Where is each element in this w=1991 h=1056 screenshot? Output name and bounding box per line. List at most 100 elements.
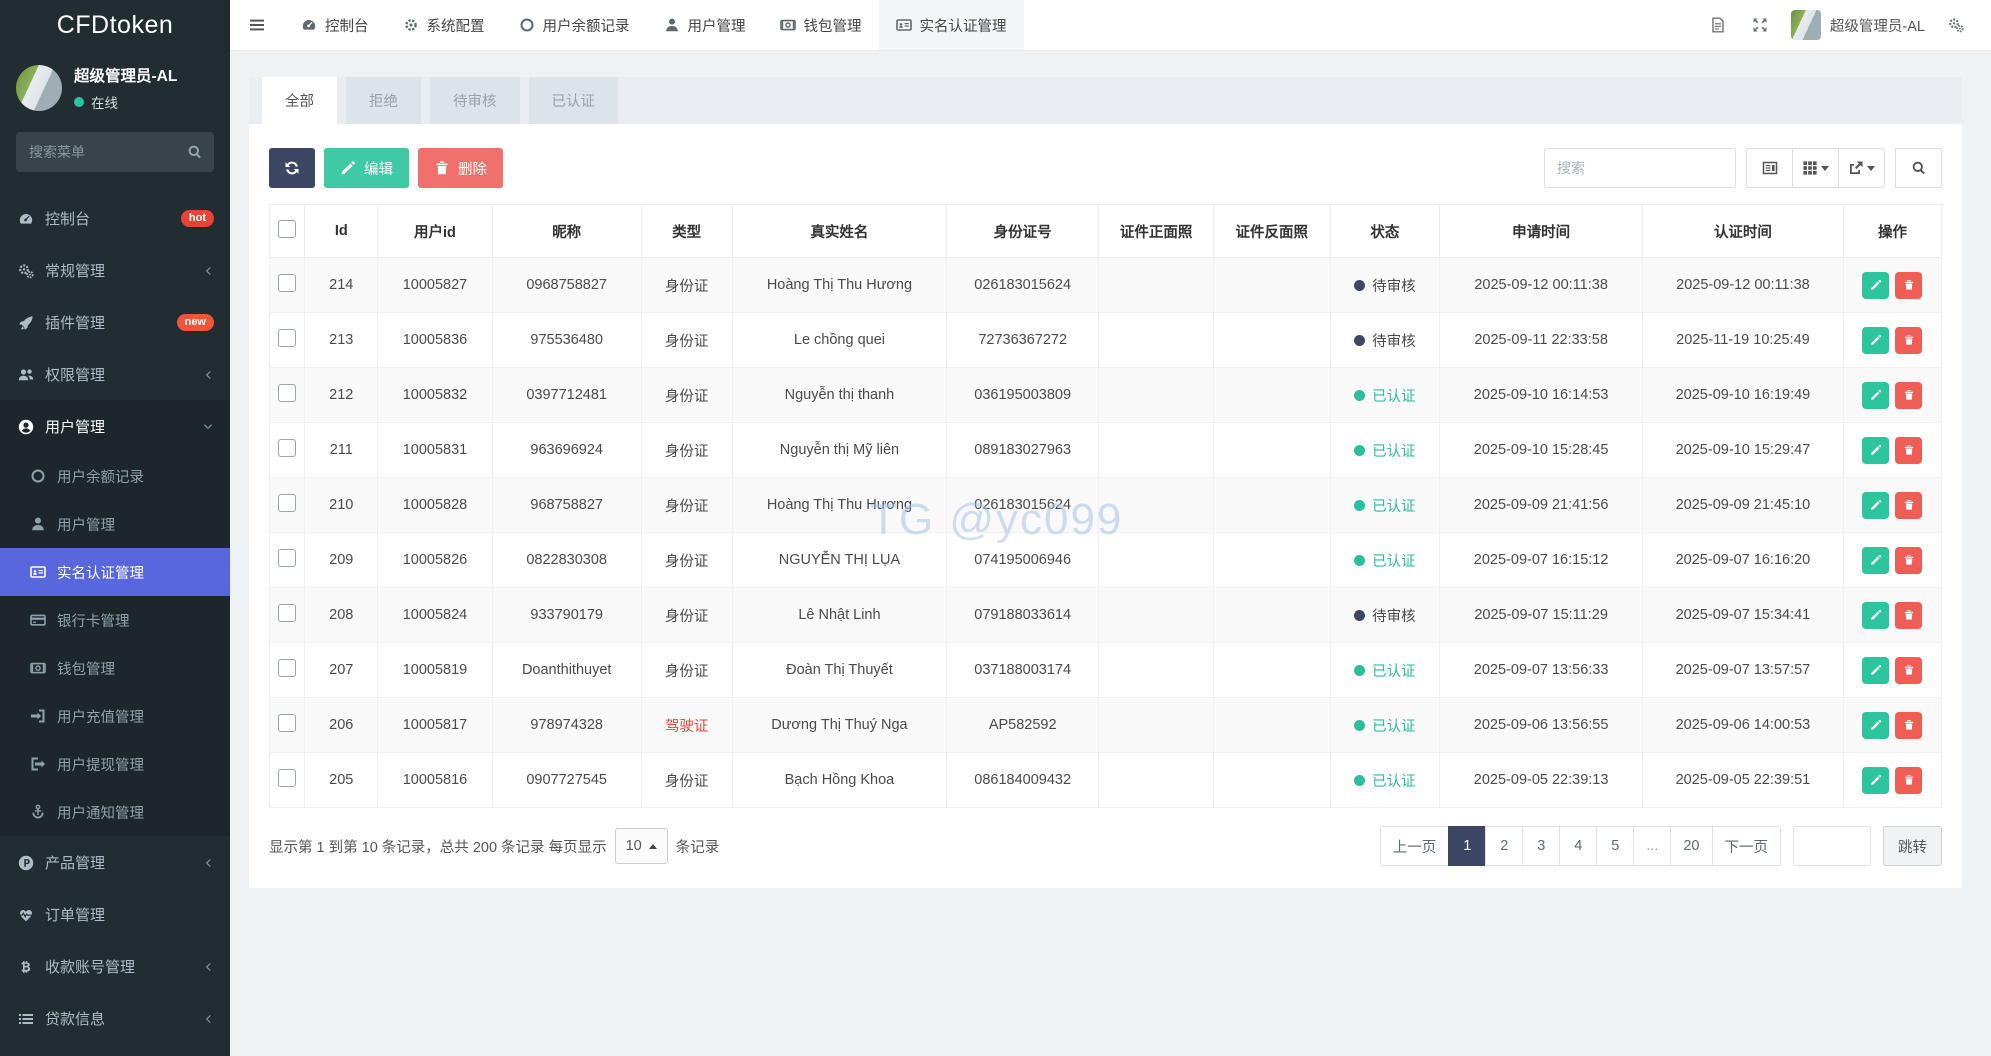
sidebar-item[interactable]: 权限管理 (0, 348, 230, 400)
page-button-1[interactable]: 1 (1448, 826, 1486, 866)
search-button[interactable] (1895, 148, 1942, 188)
cell-id-front-photo (1099, 533, 1214, 588)
row-edit-button[interactable] (1862, 327, 1889, 354)
row-edit-button[interactable] (1862, 602, 1889, 629)
page-size-select[interactable]: 10 (615, 828, 668, 864)
topnav-item-active[interactable]: 实名认证管理 (879, 0, 1024, 50)
sidebar-item[interactable]: 常规管理 (0, 244, 230, 296)
row-checkbox[interactable] (278, 439, 296, 457)
fullscreen-icon[interactable] (1739, 0, 1781, 50)
sidebar-search-input[interactable] (16, 132, 214, 172)
page-button-2[interactable]: 2 (1485, 826, 1523, 866)
badge-hot: hot (181, 210, 214, 227)
page-button-4[interactable]: 4 (1559, 826, 1597, 866)
row-delete-button[interactable] (1895, 657, 1922, 684)
cell-actions (1843, 423, 1941, 478)
row-checkbox[interactable] (278, 494, 296, 512)
row-checkbox[interactable] (278, 659, 296, 677)
column-header: 类型 (641, 205, 732, 258)
search-icon[interactable] (187, 143, 203, 161)
sidebar-toggle-button[interactable] (230, 0, 284, 50)
sidebar-item[interactable]: 贷款信息 (0, 992, 230, 1044)
cell-id-front-photo (1099, 588, 1214, 643)
jump-page-input[interactable] (1793, 826, 1871, 866)
tab-拒绝[interactable]: 拒绝 (346, 77, 421, 124)
sidebar-item[interactable]: 订单管理 (0, 888, 230, 940)
row-edit-button[interactable] (1862, 767, 1889, 794)
topnav-item[interactable]: 用户余额记录 (502, 0, 647, 50)
tab-待审核[interactable]: 待审核 (430, 77, 520, 124)
row-checkbox[interactable] (278, 604, 296, 622)
row-checkbox[interactable] (278, 274, 296, 292)
settings-cogs-icon[interactable] (1935, 0, 1977, 50)
row-delete-button[interactable] (1895, 767, 1922, 794)
sidebar-item[interactable]: 产品管理 (0, 836, 230, 888)
row-delete-button[interactable] (1895, 547, 1922, 574)
topnav-item[interactable]: 钱包管理 (763, 0, 879, 50)
cell-uid: 10005817 (378, 698, 493, 753)
cell-real-name: Hoàng Thị Thu Hương (732, 258, 947, 313)
sidebar-item[interactable]: 控制台hot (0, 192, 230, 244)
row-edit-button[interactable] (1862, 657, 1889, 684)
sidebar-subitem[interactable]: 用户通知管理 (0, 788, 230, 836)
page-button-3[interactable]: 3 (1522, 826, 1560, 866)
cell-id: 213 (305, 313, 378, 368)
edit-button[interactable]: 编辑 (324, 148, 409, 188)
topbar-user-name[interactable]: 超级管理员-AL (1830, 15, 1925, 36)
export-icon (1848, 159, 1864, 177)
export-button[interactable] (1838, 148, 1885, 188)
sidebar-item[interactable]: 用户管理 (0, 400, 230, 452)
row-delete-button[interactable] (1895, 602, 1922, 629)
sidebar-subitem[interactable]: 用户管理 (0, 500, 230, 548)
jump-button[interactable]: 跳转 (1883, 826, 1942, 866)
row-delete-button[interactable] (1895, 272, 1922, 299)
topnav-item[interactable]: 控制台 (284, 0, 386, 50)
sidebar-item-label: 用户管理 (45, 416, 105, 437)
detail-button[interactable] (1746, 148, 1793, 188)
tab-已认证[interactable]: 已认证 (529, 77, 619, 124)
sidebar-item[interactable]: 插件管理new (0, 296, 230, 348)
page-button-下一页[interactable]: 下一页 (1712, 826, 1782, 866)
row-delete-button[interactable] (1895, 492, 1922, 519)
sidebar-subitem[interactable]: 用户提现管理 (0, 740, 230, 788)
row-delete-button[interactable] (1895, 437, 1922, 464)
sidebar-item[interactable]: 收款账号管理 (0, 940, 230, 992)
row-edit-button[interactable] (1862, 382, 1889, 409)
table-search-input[interactable] (1544, 148, 1736, 188)
sidebar-subitem[interactable]: 银行卡管理 (0, 596, 230, 644)
page-button-20[interactable]: 20 (1670, 826, 1712, 866)
row-delete-button[interactable] (1895, 327, 1922, 354)
chevron-left-icon (202, 854, 214, 871)
caret-down-icon (1821, 166, 1829, 171)
document-icon[interactable] (1697, 0, 1739, 50)
topnav-item[interactable]: 用户管理 (647, 0, 763, 50)
topnav-item[interactable]: 系统配置 (386, 0, 502, 50)
refresh-button[interactable] (269, 148, 315, 188)
row-delete-button[interactable] (1895, 712, 1922, 739)
grid-button[interactable] (1792, 148, 1839, 188)
row-edit-button[interactable] (1862, 492, 1889, 519)
gear-icon (403, 17, 419, 33)
cell-real-name: Le chồng quei (732, 313, 947, 368)
row-edit-button[interactable] (1862, 547, 1889, 574)
row-checkbox[interactable] (278, 769, 296, 787)
row-delete-button[interactable] (1895, 382, 1922, 409)
topbar-avatar[interactable] (1791, 10, 1821, 40)
row-edit-button[interactable] (1862, 272, 1889, 299)
sidebar-subitem-active[interactable]: 实名认证管理 (0, 548, 230, 596)
select-all-checkbox[interactable] (278, 220, 296, 238)
row-checkbox[interactable] (278, 329, 296, 347)
page-button-上一页[interactable]: 上一页 (1380, 826, 1450, 866)
row-checkbox[interactable] (278, 384, 296, 402)
row-checkbox[interactable] (278, 714, 296, 732)
row-checkbox[interactable] (278, 549, 296, 567)
row-edit-button[interactable] (1862, 712, 1889, 739)
delete-button[interactable]: 删除 (418, 148, 503, 188)
sidebar-subitem[interactable]: 用户余额记录 (0, 452, 230, 500)
sidebar-subitem[interactable]: 用户充值管理 (0, 692, 230, 740)
cell-uid: 10005826 (378, 533, 493, 588)
sidebar-subitem[interactable]: 钱包管理 (0, 644, 230, 692)
row-edit-button[interactable] (1862, 437, 1889, 464)
page-button-5[interactable]: 5 (1596, 826, 1634, 866)
tab-全部[interactable]: 全部 (262, 77, 337, 124)
